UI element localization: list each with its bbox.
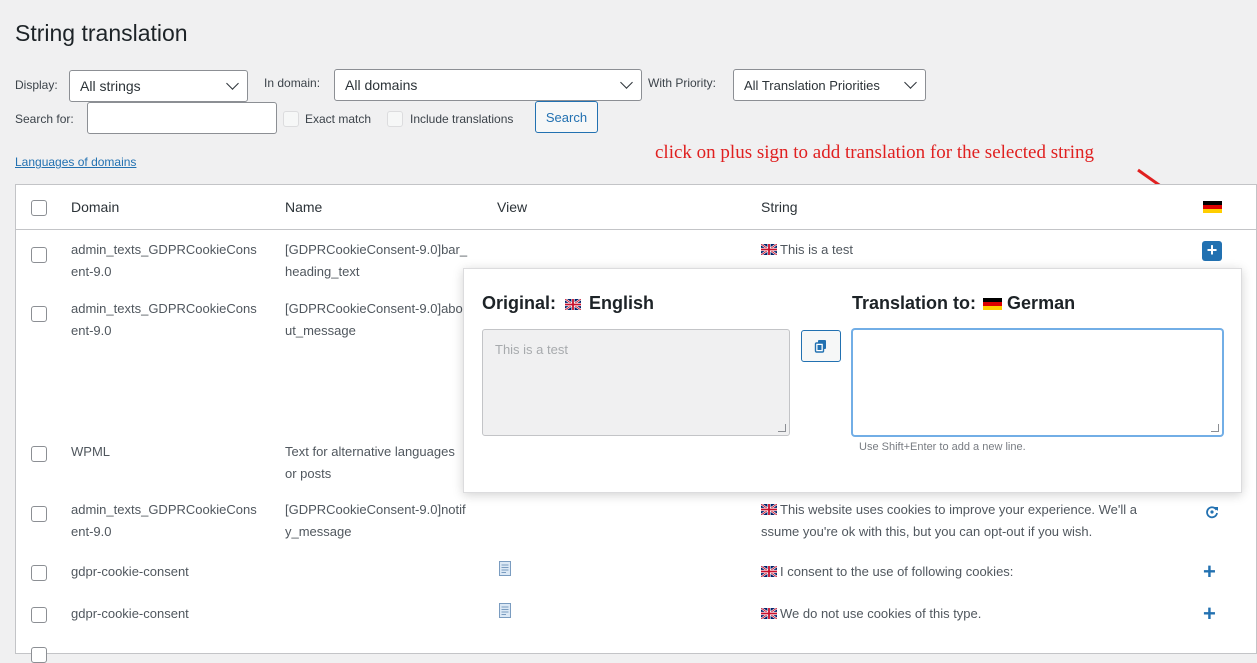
row-checkbox[interactable]	[31, 506, 47, 522]
domain-select[interactable]: All domains	[334, 69, 642, 101]
add-translation-button[interactable]: +	[1203, 561, 1216, 583]
add-translation-button[interactable]: +	[1203, 603, 1216, 625]
row-checkbox[interactable]	[31, 247, 47, 263]
translation-label: Translation to:	[852, 293, 977, 313]
languages-of-domains-link[interactable]: Languages of domains	[15, 155, 136, 169]
resize-handle	[778, 424, 786, 432]
select-all-checkbox[interactable]	[31, 200, 47, 216]
uk-flag-icon	[761, 504, 777, 515]
row-name: [GDPRCookieConsent-9.0]abo ut_message	[285, 301, 463, 338]
uk-flag-icon	[761, 244, 777, 255]
row-string: I consent to the use of following cookie…	[761, 561, 1013, 583]
german-flag-icon	[1203, 201, 1222, 213]
domain-select-value: All domains	[345, 77, 418, 93]
search-input[interactable]	[87, 102, 277, 134]
row-domain: admin_texts_GDPRCookieCons ent-9.0	[71, 502, 257, 539]
row-domain: gdpr-cookie-consent	[71, 564, 189, 579]
table-header: Domain Name View String	[16, 185, 1256, 230]
domain-label: In domain:	[264, 76, 321, 90]
annotation-text: click on plus sign to add translation fo…	[655, 142, 1095, 163]
row-checkbox[interactable]	[31, 647, 47, 663]
shift-enter-hint: Use Shift+Enter to add a new line.	[859, 441, 1026, 453]
row-string: This website uses cookies to improve you…	[761, 499, 1191, 543]
column-string: String	[761, 199, 798, 215]
uk-flag-icon	[565, 299, 582, 310]
translation-heading: Translation to: German	[852, 293, 1075, 314]
document-icon[interactable]	[499, 561, 511, 576]
include-translations-checkbox[interactable]	[387, 111, 403, 127]
exact-match-label: Exact match	[305, 112, 372, 126]
row-string: This is a test	[761, 239, 853, 261]
translation-popup: Original: English Translation to: German…	[463, 268, 1242, 493]
refresh-icon[interactable]	[1205, 505, 1219, 519]
translation-language: German	[1007, 293, 1076, 313]
search-button[interactable]: Search	[535, 101, 598, 133]
uk-flag-icon	[761, 566, 777, 577]
copy-original-button[interactable]	[801, 330, 841, 362]
exact-match-checkbox[interactable]	[283, 111, 299, 127]
row-string-text: We do not use cookies of this type.	[780, 606, 982, 621]
priority-select[interactable]: All Translation Priorities	[733, 69, 926, 101]
chevron-down-icon	[904, 76, 917, 89]
original-text: This is a test	[495, 342, 568, 357]
chevron-down-icon	[620, 76, 633, 89]
chevron-down-icon	[226, 77, 239, 90]
german-flag-icon	[983, 298, 1003, 310]
display-label: Display:	[15, 78, 58, 92]
row-name: Text for alternative languages or posts	[285, 444, 455, 481]
uk-flag-icon	[761, 608, 777, 619]
original-language: English	[589, 293, 655, 313]
translation-textarea[interactable]	[852, 329, 1223, 436]
priority-label: With Priority:	[648, 76, 717, 90]
row-domain: admin_texts_GDPRCookieCons ent-9.0	[71, 301, 257, 338]
row-name: [GDPRCookieConsent-9.0]notif y_message	[285, 502, 466, 539]
display-select-value: All strings	[80, 78, 141, 94]
display-select[interactable]: All strings	[69, 70, 248, 102]
row-domain: gdpr-cookie-consent	[71, 606, 189, 621]
row-domain: WPML	[71, 444, 110, 459]
copy-icon	[814, 340, 826, 353]
row-checkbox[interactable]	[31, 306, 47, 322]
page-title: String translation	[15, 20, 188, 46]
row-string-text: This website uses cookies to improve you…	[761, 502, 1138, 539]
row-checkbox[interactable]	[31, 446, 47, 462]
row-checkbox[interactable]	[31, 607, 47, 623]
add-translation-button[interactable]: +	[1202, 241, 1222, 261]
original-label: Original:	[482, 293, 557, 313]
row-name: [GDPRCookieConsent-9.0]bar_ heading_text	[285, 242, 468, 279]
column-view: View	[497, 199, 528, 215]
row-string-text: I consent to the use of following cookie…	[780, 564, 1014, 579]
column-name[interactable]: Name	[285, 199, 322, 215]
row-domain: admin_texts_GDPRCookieCons ent-9.0	[71, 242, 257, 279]
include-translations-label: Include translations	[410, 112, 514, 126]
row-checkbox[interactable]	[31, 565, 47, 581]
search-label: Search for:	[15, 112, 74, 126]
row-string: We do not use cookies of this type.	[761, 603, 981, 625]
original-heading: Original: English	[482, 293, 654, 314]
original-text-area: This is a test	[482, 329, 790, 436]
row-string-text: This is a test	[780, 242, 853, 257]
resize-handle	[1211, 424, 1219, 432]
document-icon[interactable]	[499, 603, 511, 618]
column-domain[interactable]: Domain	[71, 199, 119, 215]
priority-select-value: All Translation Priorities	[744, 77, 880, 93]
